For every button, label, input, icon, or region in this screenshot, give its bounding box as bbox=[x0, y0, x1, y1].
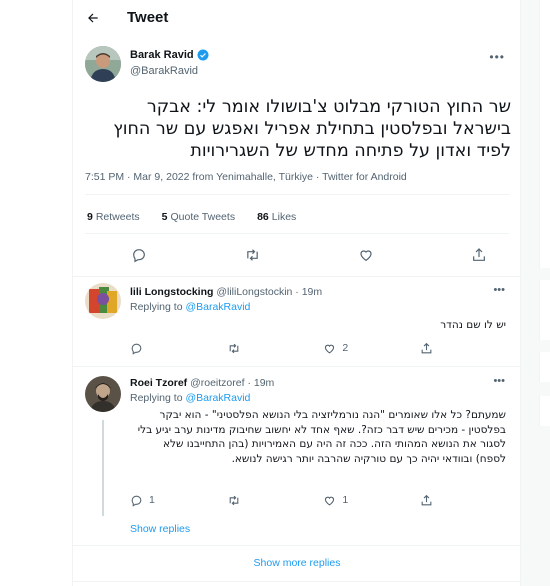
reply-text: שמעתם? כל אלו שאומרים "הנה נורמליזציה בל… bbox=[137, 409, 506, 465]
tweet-actions bbox=[129, 245, 489, 265]
sidebar-panel bbox=[539, 352, 550, 382]
retweet-icon bbox=[247, 249, 258, 261]
divider bbox=[85, 194, 509, 195]
like-icon bbox=[325, 496, 335, 505]
reply-text: יש לו שם נהדר bbox=[440, 319, 506, 331]
reply-author-handle[interactable]: @liliLongstockin bbox=[216, 286, 292, 298]
reply-header: lili Longstocking @liliLongstockin · 19m bbox=[130, 286, 322, 298]
like-button[interactable]: 2 bbox=[323, 340, 363, 356]
reply-author-name[interactable]: Roei Tzoref bbox=[130, 377, 187, 389]
like-button[interactable]: 1 bbox=[323, 492, 363, 508]
share-button[interactable] bbox=[420, 492, 460, 508]
retweet-button[interactable] bbox=[242, 245, 262, 265]
share-button[interactable] bbox=[469, 245, 489, 265]
reply-count: 1 bbox=[149, 494, 155, 506]
share-icon bbox=[421, 342, 432, 353]
sidebar-panel bbox=[539, 0, 550, 268]
header-bar: Tweet bbox=[73, 0, 521, 36]
avatar[interactable] bbox=[85, 376, 121, 412]
retweet-icon bbox=[229, 495, 238, 505]
replying-to: Replying to @BarakRavid bbox=[130, 392, 251, 404]
page-title: Tweet bbox=[127, 9, 169, 26]
reply-icon bbox=[133, 249, 145, 263]
reply-button[interactable]: 1 bbox=[130, 492, 170, 508]
retweet-button[interactable] bbox=[227, 492, 267, 508]
avatar[interactable] bbox=[85, 283, 121, 319]
reply-icon bbox=[131, 495, 142, 507]
thread-line bbox=[102, 420, 104, 516]
avatar[interactable] bbox=[85, 46, 121, 82]
show-replies-link[interactable]: Show replies bbox=[130, 523, 190, 535]
more-icon[interactable]: ••• bbox=[493, 375, 505, 387]
reply-time[interactable]: · 19m bbox=[247, 377, 274, 389]
replying-to-link[interactable]: @BarakRavid bbox=[185, 392, 250, 404]
reply-header: Roei Tzoref @roeitzoref · 19m bbox=[130, 377, 274, 389]
reply-author-name[interactable]: lili Longstocking bbox=[130, 286, 213, 298]
reply-actions: 1 1 bbox=[130, 492, 460, 508]
more-icon[interactable]: ••• bbox=[493, 284, 505, 296]
like-count: 2 bbox=[342, 342, 349, 354]
reply-actions: 2 bbox=[130, 340, 460, 356]
divider bbox=[73, 581, 521, 582]
back-button[interactable] bbox=[83, 8, 103, 28]
like-icon bbox=[325, 344, 335, 353]
reply-time[interactable]: · 19m bbox=[295, 286, 322, 298]
reply-button[interactable] bbox=[129, 245, 149, 265]
likes-stat[interactable]: 86 Likes bbox=[257, 211, 296, 223]
reply-icon bbox=[131, 343, 142, 355]
quote-tweets-stat[interactable]: 5 Quote Tweets bbox=[162, 211, 235, 223]
left-gutter bbox=[0, 0, 72, 586]
like-button[interactable] bbox=[356, 245, 376, 265]
sidebar-panel bbox=[539, 280, 550, 340]
reply-author-handle[interactable]: @roeitzoref bbox=[190, 377, 244, 389]
replying-to: Replying to @BarakRavid bbox=[130, 301, 251, 313]
divider bbox=[73, 366, 521, 367]
like-count: 1 bbox=[342, 494, 349, 506]
reply-button[interactable] bbox=[130, 340, 170, 356]
verified-badge-icon bbox=[197, 49, 209, 61]
retweet-icon bbox=[229, 343, 238, 353]
author-handle[interactable]: @BarakRavid bbox=[130, 65, 198, 77]
tweet-author: Barak Ravid @BarakRavid ••• bbox=[85, 46, 509, 86]
share-button[interactable] bbox=[420, 340, 460, 356]
share-icon bbox=[421, 494, 432, 505]
tweet-stats: 9 Retweets 5 Quote Tweets 86 Likes bbox=[87, 211, 296, 223]
author-name[interactable]: Barak Ravid bbox=[130, 49, 209, 61]
tweet-text: שר החוץ הטורקי מבלוט צ'בושולו אומר לי: א… bbox=[113, 97, 511, 161]
share-icon bbox=[473, 248, 485, 261]
more-icon[interactable]: ••• bbox=[489, 50, 505, 64]
retweets-stat[interactable]: 9 Retweets bbox=[87, 211, 140, 223]
tweet-meta: 7:51 PM · Mar 9, 2022 from Yenimahalle, … bbox=[85, 171, 407, 183]
replying-to-link[interactable]: @BarakRavid bbox=[185, 301, 250, 313]
sidebar-panel bbox=[539, 396, 550, 426]
right-sidebar-edge bbox=[521, 0, 550, 586]
show-more-replies-button[interactable]: Show more replies bbox=[73, 546, 521, 580]
back-arrow-icon bbox=[88, 13, 98, 23]
retweet-button[interactable] bbox=[227, 340, 267, 356]
divider bbox=[73, 276, 521, 277]
divider bbox=[85, 233, 509, 234]
tweet-column: Tweet Barak Ravid @BarakRavid ••• שר החו… bbox=[72, 0, 521, 586]
like-icon bbox=[360, 250, 372, 262]
